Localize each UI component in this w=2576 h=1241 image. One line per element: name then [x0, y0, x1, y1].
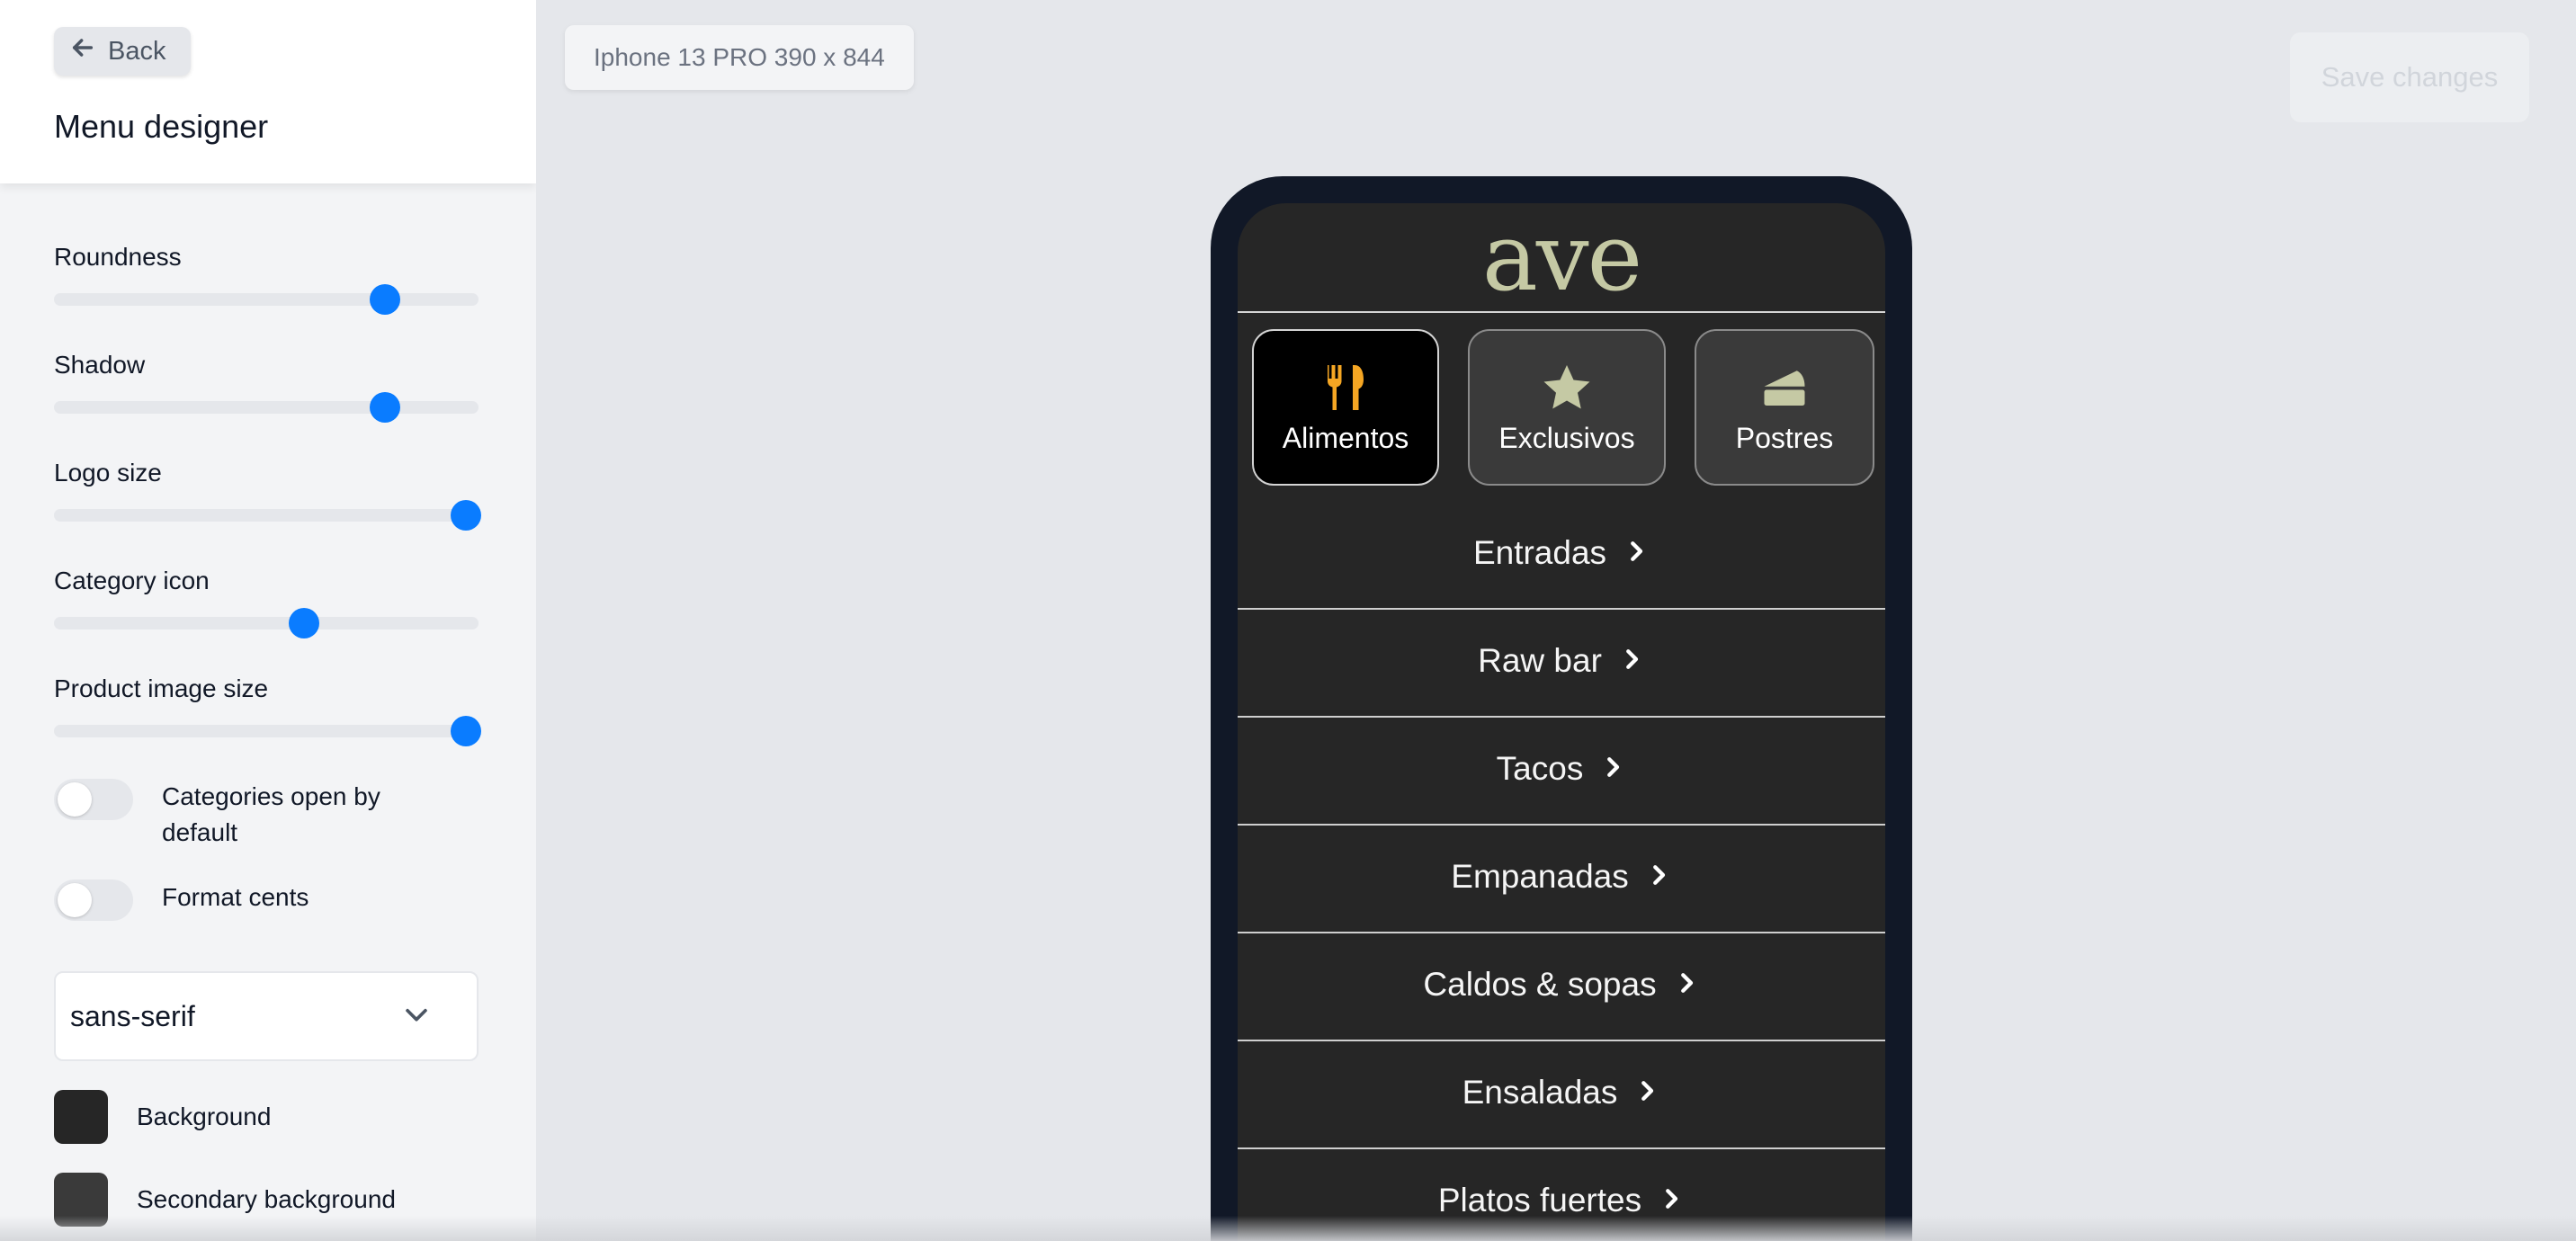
font-family-value: sans-serif	[70, 999, 195, 1032]
chevron-down-icon	[401, 999, 432, 1034]
background-color-row: Background	[54, 1090, 271, 1144]
roundness-slider-thumb[interactable]	[370, 284, 401, 315]
toggle-knob	[58, 883, 92, 917]
menu-item-label: Ensaladas	[1462, 1074, 1618, 1111]
menu-item-label: Raw bar	[1478, 642, 1602, 679]
logo-size-slider-thumb[interactable]	[450, 500, 481, 531]
menu-category-empanadas[interactable]: Empanadas	[1238, 824, 1885, 930]
shadow-slider[interactable]	[54, 392, 479, 423]
product-image-size-control: Product image size	[54, 674, 481, 746]
menu-category-entradas[interactable]: Entradas	[1238, 500, 1885, 606]
utensils-icon	[1319, 361, 1373, 415]
chevron-right-icon	[1645, 862, 1672, 893]
roundness-slider[interactable]	[54, 284, 479, 315]
categories-open-label: Categories open by default	[162, 782, 380, 846]
product-image-size-slider[interactable]	[54, 716, 481, 746]
divider	[1238, 311, 1885, 313]
chevron-right-icon	[1618, 646, 1645, 677]
device-size-label[interactable]: Iphone 13 PRO 390 x 844	[565, 25, 914, 90]
shadow-control: Shadow	[54, 351, 479, 423]
font-family-select[interactable]: sans-serif	[54, 971, 479, 1061]
categories-open-toggle[interactable]	[54, 779, 133, 820]
shadow-slider-thumb[interactable]	[370, 392, 401, 423]
menu-category-caldos-sopas[interactable]: Caldos & sopas	[1238, 932, 1885, 1038]
menu-category-tacos[interactable]: Tacos	[1238, 716, 1885, 822]
toggle-knob	[58, 782, 92, 817]
roundness-control: Roundness	[54, 243, 479, 315]
background-color-label: Background	[137, 1103, 272, 1130]
chevron-right-icon	[1658, 1185, 1685, 1217]
logo-size-label: Logo size	[54, 459, 162, 487]
menu-item-label: Caldos & sopas	[1423, 966, 1657, 1003]
format-cents-label: Format cents	[162, 883, 309, 911]
chevron-right-icon	[1633, 1077, 1660, 1109]
logo-size-control: Logo size	[54, 459, 481, 531]
scroll-shadow	[0, 1216, 2576, 1241]
menu-item-label: Empanadas	[1451, 858, 1629, 895]
category-exclusivos[interactable]: Exclusivos	[1468, 329, 1666, 486]
format-cents-row: Format cents	[54, 879, 479, 921]
logo-size-slider[interactable]	[54, 500, 481, 531]
category-label: Postres	[1735, 421, 1834, 454]
category-label: Alimentos	[1282, 421, 1409, 454]
page-title: Menu designer	[54, 108, 269, 145]
category-icon-control: Category icon	[54, 567, 479, 638]
back-button[interactable]: Back	[54, 27, 192, 76]
category-icon-slider-thumb[interactable]	[289, 608, 320, 638]
product-image-size-label: Product image size	[54, 674, 269, 702]
phone-screen: ave Alimentos Exclusivos Postres Entrada…	[1238, 203, 1885, 1241]
arrow-left-icon	[68, 33, 97, 69]
category-alimentos[interactable]: Alimentos	[1252, 329, 1439, 486]
sidebar: Back Menu designer Roundness Shadow Logo…	[0, 0, 536, 1241]
category-icon-slider[interactable]	[54, 608, 479, 638]
restaurant-logo: ave	[1481, 203, 1642, 312]
categories-open-row: Categories open by default	[54, 779, 479, 851]
background-color-swatch[interactable]	[54, 1090, 108, 1144]
category-icon-label: Category icon	[54, 567, 210, 594]
menu-item-label: Entradas	[1472, 534, 1607, 571]
save-changes-button[interactable]: Save changes	[2290, 32, 2529, 122]
category-postres[interactable]: Postres	[1695, 329, 1874, 486]
menu-category-ensaladas[interactable]: Ensaladas	[1238, 1040, 1885, 1146]
product-image-size-slider-thumb[interactable]	[450, 716, 481, 746]
chevron-right-icon	[1599, 754, 1626, 785]
star-icon	[1540, 361, 1594, 415]
chevron-right-icon	[1623, 538, 1650, 569]
menu-item-label: Tacos	[1496, 750, 1584, 787]
secondary-background-color-label: Secondary background	[137, 1185, 396, 1213]
format-cents-toggle[interactable]	[54, 879, 133, 921]
chevron-right-icon	[1673, 969, 1700, 1001]
back-label: Back	[108, 36, 166, 66]
shadow-label: Shadow	[54, 351, 146, 379]
roundness-label: Roundness	[54, 243, 182, 271]
menu-item-label: Platos fuertes	[1437, 1182, 1642, 1219]
menu-category-raw-bar[interactable]: Raw bar	[1238, 608, 1885, 714]
category-label: Exclusivos	[1498, 421, 1635, 454]
phone-preview: ave Alimentos Exclusivos Postres Entrada…	[1211, 176, 1912, 1241]
cake-slice-icon	[1758, 361, 1811, 415]
sidebar-header: Back Menu designer	[0, 0, 536, 183]
